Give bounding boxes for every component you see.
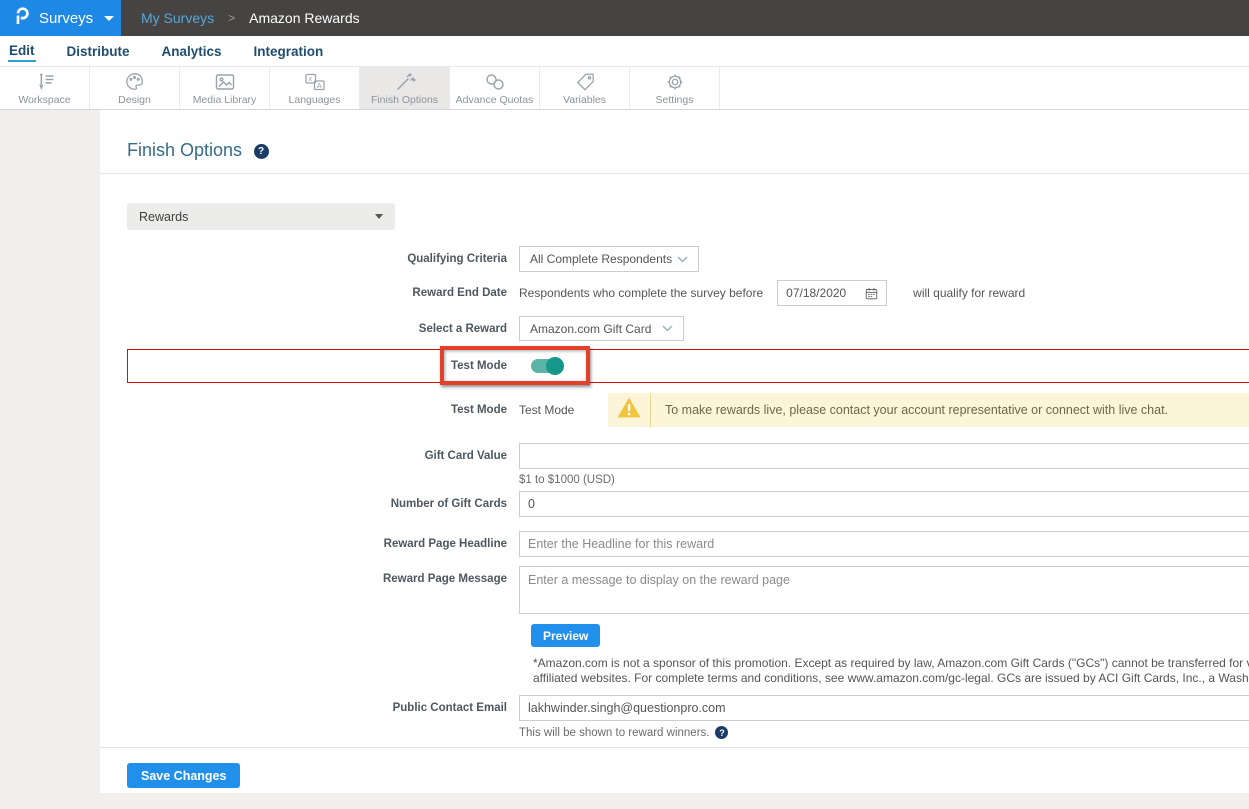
number-of-gift-cards-row: Number of Gift Cards xyxy=(100,491,1249,517)
chevron-down-icon xyxy=(662,325,673,332)
media-library-icon xyxy=(213,72,237,92)
public-contact-email-hint: This will be shown to reward winners. xyxy=(519,727,709,739)
reward-end-date-input[interactable]: 07/18/2020 xyxy=(777,280,887,306)
public-contact-email-row: Public Contact Email This will be shown … xyxy=(100,695,1249,739)
toolbar-label: Media Library xyxy=(193,94,257,106)
public-contact-email-input[interactable] xyxy=(519,695,1249,721)
top-bar: Surveys My Surveys > Amazon Rewards xyxy=(0,0,1249,36)
chevron-down-icon xyxy=(677,256,688,263)
reward-end-date-suffix: will qualify for reward xyxy=(913,280,1025,306)
gift-card-value-row: Gift Card Value $1 to $1000 (USD) xyxy=(100,443,1249,486)
toolbar-item-languages[interactable]: x A Languages xyxy=(270,67,360,109)
save-changes-button[interactable]: Save Changes xyxy=(127,763,240,788)
public-contact-email-label: Public Contact Email xyxy=(100,695,519,721)
questionpro-logo-icon xyxy=(14,6,30,31)
reward-page-message-row: Reward Page Message xyxy=(100,566,1249,614)
section-selector-dropdown[interactable]: Rewards xyxy=(127,203,395,230)
breadcrumb: My Surveys > Amazon Rewards xyxy=(121,0,360,36)
breadcrumb-separator: > xyxy=(228,11,235,25)
edit-toolbar: Workspace Design Media Library x A xyxy=(0,66,1249,110)
toolbar-item-variables[interactable]: Variables xyxy=(540,67,630,109)
bottom-divider xyxy=(100,747,1249,748)
qualifying-criteria-value: All Complete Respondents xyxy=(530,252,672,266)
advance-quotas-icon xyxy=(483,72,507,92)
reward-page-message-input[interactable] xyxy=(519,566,1249,614)
svg-text:A: A xyxy=(316,81,321,90)
toolbar-item-settings[interactable]: Settings xyxy=(630,67,720,109)
gift-card-value-hint: $1 to $1000 (USD) xyxy=(519,474,1249,486)
tab-distribute[interactable]: Distribute xyxy=(66,42,131,61)
select-reward-value: Amazon.com Gift Card xyxy=(530,322,651,336)
variables-icon xyxy=(574,72,596,92)
toolbar-item-advance-quotas[interactable]: Advance Quotas xyxy=(450,67,540,109)
tab-edit[interactable]: Edit xyxy=(8,41,36,62)
test-mode-status-value: Test Mode xyxy=(519,403,608,417)
qualifying-criteria-row: Qualifying Criteria All Complete Respond… xyxy=(100,246,1249,272)
product-name: Surveys xyxy=(39,10,93,27)
title-divider xyxy=(100,173,1249,174)
disclaimer-line-1: *Amazon.com is not a sponsor of this pro… xyxy=(533,656,1249,671)
reward-end-date-value: 07/18/2020 xyxy=(786,286,846,300)
test-mode-toggle-label: Test Mode xyxy=(100,360,519,372)
toolbar-item-workspace[interactable]: Workspace xyxy=(0,67,90,109)
select-reward-row: Select a Reward Amazon.com Gift Card xyxy=(100,316,1249,342)
toolbar-label: Advance Quotas xyxy=(456,94,534,106)
reward-end-date-label: Reward End Date xyxy=(100,280,519,306)
test-mode-status-label: Test Mode xyxy=(100,404,519,416)
chevron-down-icon xyxy=(375,214,383,219)
disclaimer-line-2: affiliated websites. For complete terms … xyxy=(533,671,1249,686)
calendar-icon[interactable] xyxy=(865,287,878,300)
reward-end-date-prefix: Respondents who complete the survey befo… xyxy=(519,280,763,306)
reward-page-message-label: Reward Page Message xyxy=(100,566,519,592)
workspace-icon xyxy=(32,72,58,92)
help-icon[interactable]: ? xyxy=(254,144,269,159)
product-switcher[interactable]: Surveys xyxy=(0,0,121,36)
finish-options-panel: Finish Options ? Rewards Qualifying Crit… xyxy=(100,110,1249,793)
breadcrumb-my-surveys[interactable]: My Surveys xyxy=(141,10,214,26)
settings-icon xyxy=(664,72,686,92)
number-of-gift-cards-label: Number of Gift Cards xyxy=(100,491,519,517)
section-selector-value: Rewards xyxy=(139,210,188,224)
toolbar-label: Settings xyxy=(656,94,694,106)
languages-icon: x A xyxy=(303,72,327,92)
number-of-gift-cards-input[interactable] xyxy=(519,491,1249,517)
select-reward-label: Select a Reward xyxy=(100,316,519,342)
gift-card-value-label: Gift Card Value xyxy=(100,443,519,469)
finish-options-icon xyxy=(393,72,417,92)
amazon-disclaimer: *Amazon.com is not a sponsor of this pro… xyxy=(533,656,1249,686)
page-title: Finish Options xyxy=(127,140,242,160)
toolbar-label: Languages xyxy=(289,94,341,106)
help-icon[interactable]: ? xyxy=(715,726,728,739)
toggle-knob xyxy=(546,357,564,375)
test-mode-toggle[interactable] xyxy=(531,359,561,373)
toolbar-item-media-library[interactable]: Media Library xyxy=(180,67,270,109)
chevron-down-icon xyxy=(104,16,114,21)
toolbar-label: Workspace xyxy=(18,94,70,106)
tab-analytics[interactable]: Analytics xyxy=(161,42,223,61)
main-nav: Edit Distribute Analytics Integration xyxy=(0,36,1249,66)
design-icon xyxy=(124,72,146,92)
svg-text:x: x xyxy=(308,76,312,83)
warning-triangle-icon xyxy=(616,396,642,424)
gift-card-value-input[interactable] xyxy=(519,443,1249,469)
reward-page-headline-label: Reward Page Headline xyxy=(100,531,519,557)
test-mode-toggle-row: Test Mode xyxy=(100,346,1249,386)
preview-button[interactable]: Preview xyxy=(531,624,600,647)
toolbar-label: Design xyxy=(118,94,151,106)
warning-message: To make rewards live, please contact you… xyxy=(651,393,1182,427)
test-mode-warning-banner: To make rewards live, please contact you… xyxy=(608,393,1249,427)
qualifying-criteria-select[interactable]: All Complete Respondents xyxy=(519,246,699,272)
select-reward-select[interactable]: Amazon.com Gift Card xyxy=(519,316,684,341)
toolbar-label: Variables xyxy=(563,94,606,106)
tab-integration[interactable]: Integration xyxy=(253,42,325,61)
toolbar-item-design[interactable]: Design xyxy=(90,67,180,109)
reward-end-date-row: Reward End Date Respondents who complete… xyxy=(100,280,1249,306)
reward-page-headline-row: Reward Page Headline xyxy=(100,531,1249,557)
toolbar-label: Finish Options xyxy=(371,94,438,106)
toolbar-item-finish-options[interactable]: Finish Options xyxy=(360,67,450,109)
qualifying-criteria-label: Qualifying Criteria xyxy=(100,246,519,272)
test-mode-status-row: Test Mode Test Mode To make rewards live… xyxy=(100,393,1249,427)
breadcrumb-current-survey: Amazon Rewards xyxy=(249,10,360,26)
reward-page-headline-input[interactable] xyxy=(519,531,1249,557)
